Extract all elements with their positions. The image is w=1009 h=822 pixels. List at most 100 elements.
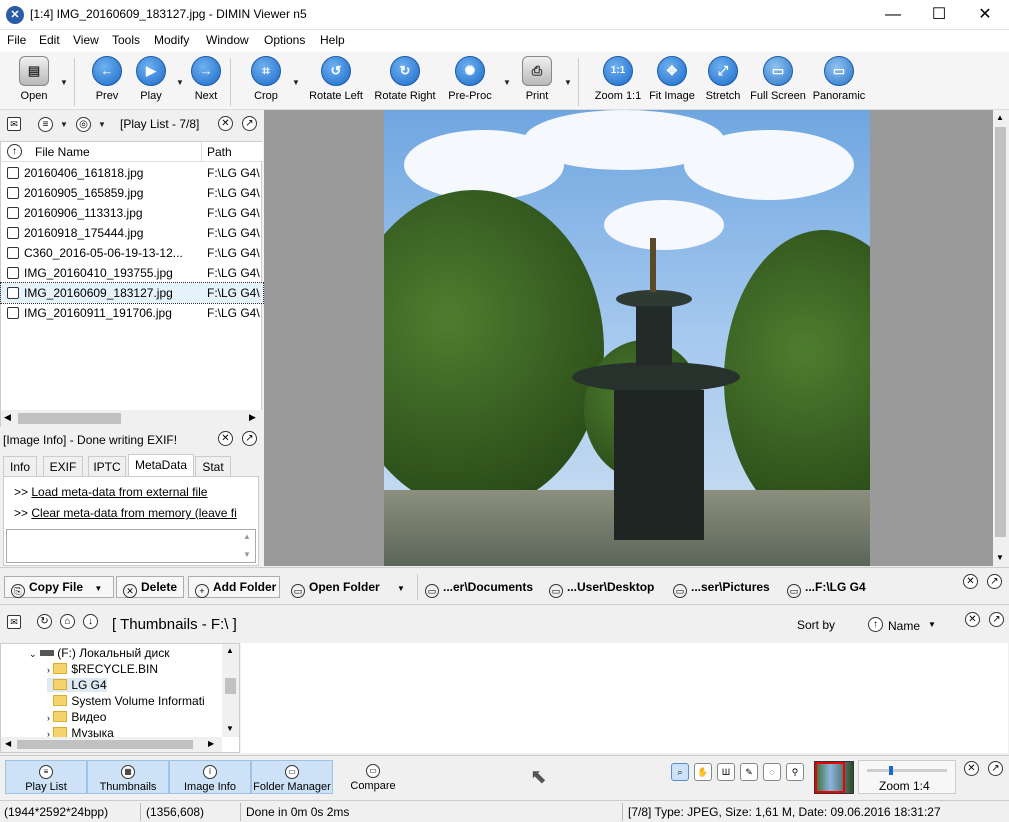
menu-window[interactable]: Window <box>206 33 249 47</box>
hand-tool-icon[interactable]: ✋ <box>694 763 712 781</box>
playlist-row[interactable]: IMG_20160609_183127.jpg F:\LG G4\ <box>0 282 264 304</box>
playlist-row[interactable]: 20160918_175444.jpg F:\LG G4\ <box>1 223 263 243</box>
expand-closed-icon[interactable]: › <box>47 665 50 675</box>
refresh-icon[interactable]: ↻ <box>37 614 52 629</box>
expand-open-icon[interactable]: ⌄ <box>29 649 37 659</box>
open-dropdown-icon[interactable]: ▼ <box>60 78 68 87</box>
image-info-close-icon[interactable]: ✕ <box>218 431 233 446</box>
tree-scroll-left-icon[interactable]: ◀ <box>5 739 11 748</box>
column-path[interactable]: Path <box>207 145 232 159</box>
playlist-close-icon[interactable]: ✕ <box>218 116 233 131</box>
open-folder-dropdown-icon[interactable]: ▼ <box>397 584 405 593</box>
prev-button[interactable]: ← Prev <box>90 56 124 102</box>
play-button[interactable]: ▶ Play <box>134 56 168 102</box>
scroll-right-icon[interactable]: ▶ <box>249 412 256 423</box>
menu-help[interactable]: Help <box>320 33 345 47</box>
zoom-tool-icon[interactable]: ⌕ <box>671 763 689 781</box>
tree-hscrollbar-thumb[interactable] <box>17 740 193 749</box>
thumbnails-undock-icon[interactable]: ↗ <box>989 612 1004 627</box>
bottom-close-icon[interactable]: ✕ <box>964 761 979 776</box>
tab-stat[interactable]: Stat <box>195 456 231 476</box>
fit-image-button[interactable]: ✥ Fit Image <box>646 56 698 102</box>
scrollbar-thumb[interactable] <box>18 413 121 424</box>
scroll-up-icon[interactable]: ▲ <box>996 113 1004 122</box>
next-button[interactable]: → Next <box>188 56 224 102</box>
preproc-dropdown-icon[interactable]: ▼ <box>503 78 511 87</box>
print-button[interactable]: ⎙ Print <box>518 56 556 102</box>
zoom-slider-thumb[interactable] <box>889 766 893 775</box>
view-options-dropdown-icon[interactable]: ▼ <box>98 120 106 129</box>
metadata-textarea[interactable]: ▲ ▼ <box>6 529 256 563</box>
levels-tool-icon[interactable]: Ш <box>717 763 735 781</box>
preproc-button[interactable]: ✺ Pre-Proc <box>446 56 494 102</box>
bottom-undock-icon[interactable]: ↗ <box>988 761 1003 776</box>
tab-iptc[interactable]: IPTC <box>88 456 126 476</box>
tree-node-video[interactable]: › Видео <box>47 710 106 724</box>
playlist-row[interactable]: 20160906_113313.jpg F:\LG G4\ <box>1 203 263 223</box>
viewer-scrollbar-thumb[interactable] <box>995 127 1006 537</box>
play-list-toggle[interactable]: ≡ Play List <box>5 760 87 794</box>
down-arrow-icon[interactable]: ↓ <box>83 614 98 629</box>
shortcut-desktop[interactable]: ▭ ...User\Desktop <box>542 576 661 598</box>
tab-info[interactable]: Info <box>3 456 37 476</box>
shortcut-pictures[interactable]: ▭ ...ser\Pictures <box>666 576 777 598</box>
close-button[interactable]: ✕ <box>962 0 1008 30</box>
zoom-1-1-button[interactable]: 1:1 Zoom 1:1 <box>590 56 646 102</box>
tab-exif[interactable]: EXIF <box>43 456 83 476</box>
navigator-viewport[interactable] <box>815 762 845 793</box>
panoramic-button[interactable]: ▭ Panoramic <box>812 56 866 102</box>
sort-by-dropdown[interactable]: ↑ Name ▼ <box>864 616 944 636</box>
menu-file[interactable]: File <box>7 33 26 47</box>
rotate-right-button[interactable]: ↻ Rotate Right <box>372 56 438 102</box>
crop-button[interactable]: ⌗ Crop <box>248 56 284 102</box>
playlist-undock-icon[interactable]: ↗ <box>242 116 257 131</box>
sort-up-icon[interactable]: ↑ <box>7 144 22 159</box>
filebar-close-icon[interactable]: ✕ <box>963 574 978 589</box>
playlist-horizontal-scrollbar[interactable]: ◀ ▶ <box>1 410 263 427</box>
pencil-tool-icon[interactable]: ✎ <box>740 763 758 781</box>
tree-scrollbar-thumb[interactable] <box>225 678 236 694</box>
full-screen-button[interactable]: ▭ Full Screen <box>748 56 808 102</box>
open-button[interactable]: ▤ Open <box>12 56 56 102</box>
app-logo-icon[interactable]: ✕ <box>6 6 24 24</box>
copy-file-button[interactable]: ⎘ Copy File ▼ <box>4 576 114 598</box>
viewer-vertical-scrollbar[interactable]: ▲ ▼ <box>993 110 1008 566</box>
playlist-panel-icon[interactable]: ✉ <box>7 117 21 131</box>
load-metadata-link[interactable]: >> Load meta-data from external file <box>14 485 207 499</box>
rotate-left-button[interactable]: ↺ Rotate Left <box>306 56 366 102</box>
tree-node-recycle-bin[interactable]: › $RECYCLE.BIN <box>47 662 158 676</box>
selection-tool-icon[interactable]: ◌ <box>763 763 781 781</box>
thumbnails-toggle[interactable]: ▦ Thumbnails <box>87 760 169 794</box>
tree-node-drive[interactable]: ⌄ (F:) Локальный диск <box>29 646 169 660</box>
image-info-toggle[interactable]: i Image Info <box>169 760 251 794</box>
menu-view[interactable]: View <box>73 33 99 47</box>
expand-closed-icon[interactable]: › <box>47 713 50 723</box>
compare-toggle[interactable]: ▭ Compare <box>338 760 408 794</box>
thumbnails-panel-icon[interactable]: ✉ <box>7 615 21 629</box>
add-folder-button[interactable]: + Add Folder <box>188 576 280 598</box>
thumbnails-close-icon[interactable]: ✕ <box>965 612 980 627</box>
eyedropper-tool-icon[interactable]: ⚲ <box>786 763 804 781</box>
menu-modify[interactable]: Modify <box>154 33 189 47</box>
folder-manager-toggle[interactable]: ▭ Folder Manager <box>251 760 333 794</box>
open-folder-button[interactable]: ▭ Open Folder ▼ <box>284 576 414 598</box>
image-viewer[interactable] <box>264 110 993 566</box>
delete-button[interactable]: ✕ Delete <box>116 576 184 598</box>
scroll-down-icon[interactable]: ▼ <box>996 553 1004 562</box>
zoom-slider-track[interactable] <box>867 769 947 772</box>
playlist-row[interactable]: 20160905_165859.jpg F:\LG G4\ <box>1 183 263 203</box>
tree-vertical-scrollbar[interactable]: ▲ ▼ <box>222 644 239 737</box>
view-options-icon[interactable]: ◎ <box>76 117 91 132</box>
tree-scroll-right-icon[interactable]: ▶ <box>208 739 214 748</box>
tree-node-lg-g4[interactable]: › LG G4 <box>47 678 107 692</box>
textarea-scroll-up-icon[interactable]: ▲ <box>243 532 251 541</box>
zoom-control[interactable]: Zoom 1:4 <box>858 760 956 794</box>
filebar-undock-icon[interactable]: ↗ <box>987 574 1002 589</box>
minimize-button[interactable]: — <box>870 0 916 30</box>
tab-metadata[interactable]: MetaData <box>128 454 194 476</box>
scroll-left-icon[interactable]: ◀ <box>4 412 11 423</box>
image-info-undock-icon[interactable]: ↗ <box>242 431 257 446</box>
column-file-name[interactable]: File Name <box>35 145 90 159</box>
navigator-thumbnail[interactable] <box>814 761 854 794</box>
shortcut-documents[interactable]: ▭ ...er\Documents <box>418 576 540 598</box>
